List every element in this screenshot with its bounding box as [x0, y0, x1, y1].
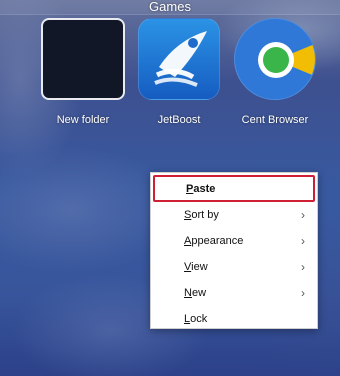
app-label: Cent Browser	[241, 114, 309, 126]
chevron-right-icon: ›	[301, 208, 305, 222]
menu-item-label: View	[184, 261, 208, 273]
context-menu: Paste Sort by › Appearance › View › New …	[150, 172, 318, 329]
menu-item-label-rest: ew	[191, 287, 207, 299]
menu-item-lock[interactable]: Lock	[153, 306, 315, 332]
folder-title-text: Games	[149, 0, 191, 14]
app-label: New folder	[56, 114, 110, 126]
chevron-right-icon: ›	[301, 260, 305, 274]
menu-item-label-rest: ppearance	[191, 235, 244, 247]
menu-item-label: Lock	[184, 313, 207, 325]
menu-item-label-rest: ock	[190, 313, 208, 325]
app-grid: New folder JetBoost Cent Browser	[40, 18, 318, 126]
jetboost-icon	[138, 18, 220, 100]
app-jetboost[interactable]: JetBoost	[136, 18, 222, 126]
menu-item-appearance[interactable]: Appearance ›	[153, 228, 315, 254]
folder-icon	[41, 18, 125, 100]
menu-item-label: Appearance	[184, 235, 243, 247]
app-label: JetBoost	[157, 114, 201, 126]
app-cent-browser[interactable]: Cent Browser	[232, 18, 318, 126]
shortcut-letter: N	[184, 287, 192, 299]
menu-item-sort-by[interactable]: Sort by ›	[153, 202, 315, 228]
chevron-right-icon: ›	[301, 286, 305, 300]
menu-item-label-rest: iew	[191, 261, 208, 273]
folder-title: Games	[0, 0, 340, 15]
menu-item-label-rest: aste	[193, 182, 216, 195]
menu-item-view[interactable]: View ›	[153, 254, 315, 280]
menu-item-label-rest: ort by	[191, 209, 219, 221]
menu-item-label: Sort by	[184, 209, 219, 221]
menu-item-paste[interactable]: Paste	[153, 175, 315, 202]
menu-item-label: Paste	[186, 183, 215, 195]
menu-item-new[interactable]: New ›	[153, 280, 315, 306]
app-new-folder[interactable]: New folder	[40, 18, 126, 126]
chevron-right-icon: ›	[301, 234, 305, 248]
cent-browser-icon	[234, 18, 316, 100]
menu-item-label: New	[184, 287, 206, 299]
